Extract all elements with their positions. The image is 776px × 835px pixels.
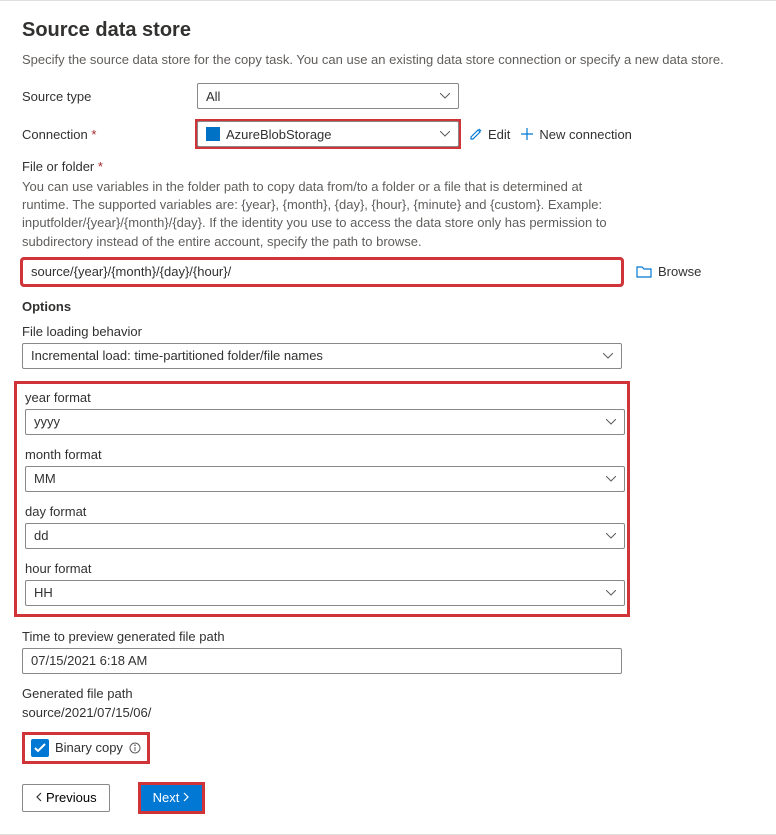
azure-storage-icon — [206, 127, 220, 141]
chevron-down-icon — [606, 590, 616, 596]
previous-button[interactable]: Previous — [22, 784, 110, 812]
chevron-down-icon — [440, 93, 450, 99]
source-type-value: All — [206, 89, 220, 104]
binary-copy-label: Binary copy — [55, 740, 123, 755]
chevron-down-icon — [606, 476, 616, 482]
day-format-label: day format — [25, 504, 619, 519]
year-format-value: yyyy — [34, 414, 60, 429]
binary-copy-checkbox[interactable]: Binary copy — [31, 739, 141, 757]
year-format-select[interactable]: yyyy — [25, 409, 625, 435]
edit-connection-text: Edit — [488, 127, 510, 142]
source-type-select[interactable]: All — [197, 83, 459, 109]
generated-path-label: Generated file path — [22, 686, 754, 701]
connection-select[interactable]: AzureBlobStorage — [197, 121, 459, 147]
next-button-text: Next — [153, 790, 180, 805]
source-type-label: Source type — [22, 89, 187, 104]
folder-icon — [636, 265, 652, 278]
plus-icon — [520, 127, 534, 141]
chevron-down-icon — [603, 353, 613, 359]
file-loading-label: File loading behavior — [22, 324, 754, 339]
preview-time-input[interactable] — [22, 648, 622, 674]
edit-icon — [469, 127, 483, 141]
checkbox-checked-icon — [31, 739, 49, 757]
generated-path-value: source/2021/07/15/06/ — [22, 705, 754, 720]
connection-label: Connection — [22, 127, 187, 142]
hour-format-select[interactable]: HH — [25, 580, 625, 606]
chevron-right-icon — [183, 790, 190, 805]
chevron-down-icon — [606, 419, 616, 425]
file-loading-select[interactable]: Incremental load: time-partitioned folde… — [22, 343, 622, 369]
options-heading: Options — [22, 299, 754, 314]
preview-time-label: Time to preview generated file path — [22, 629, 754, 644]
info-icon — [129, 742, 141, 754]
day-format-select[interactable]: dd — [25, 523, 625, 549]
page-title: Source data store — [22, 19, 754, 42]
chevron-down-icon — [440, 131, 450, 137]
edit-connection-button[interactable]: Edit — [469, 127, 510, 142]
file-folder-help: You can use variables in the folder path… — [22, 178, 632, 251]
year-format-label: year format — [25, 390, 619, 405]
new-connection-text: New connection — [539, 127, 632, 142]
file-loading-value: Incremental load: time-partitioned folde… — [31, 348, 323, 363]
day-format-value: dd — [34, 528, 48, 543]
hour-format-label: hour format — [25, 561, 619, 576]
hour-format-value: HH — [34, 585, 53, 600]
previous-button-text: Previous — [46, 790, 97, 805]
chevron-down-icon — [606, 533, 616, 539]
next-button[interactable]: Next — [140, 784, 204, 812]
new-connection-button[interactable]: New connection — [520, 127, 632, 142]
connection-value: AzureBlobStorage — [226, 127, 332, 142]
file-folder-input[interactable] — [22, 259, 622, 285]
month-format-value: MM — [34, 471, 56, 486]
page-description: Specify the source data store for the co… — [22, 52, 754, 67]
month-format-label: month format — [25, 447, 619, 462]
browse-text: Browse — [658, 264, 701, 279]
browse-button[interactable]: Browse — [636, 264, 701, 279]
month-format-select[interactable]: MM — [25, 466, 625, 492]
chevron-left-icon — [35, 790, 42, 805]
file-folder-label: File or folder — [22, 159, 754, 174]
